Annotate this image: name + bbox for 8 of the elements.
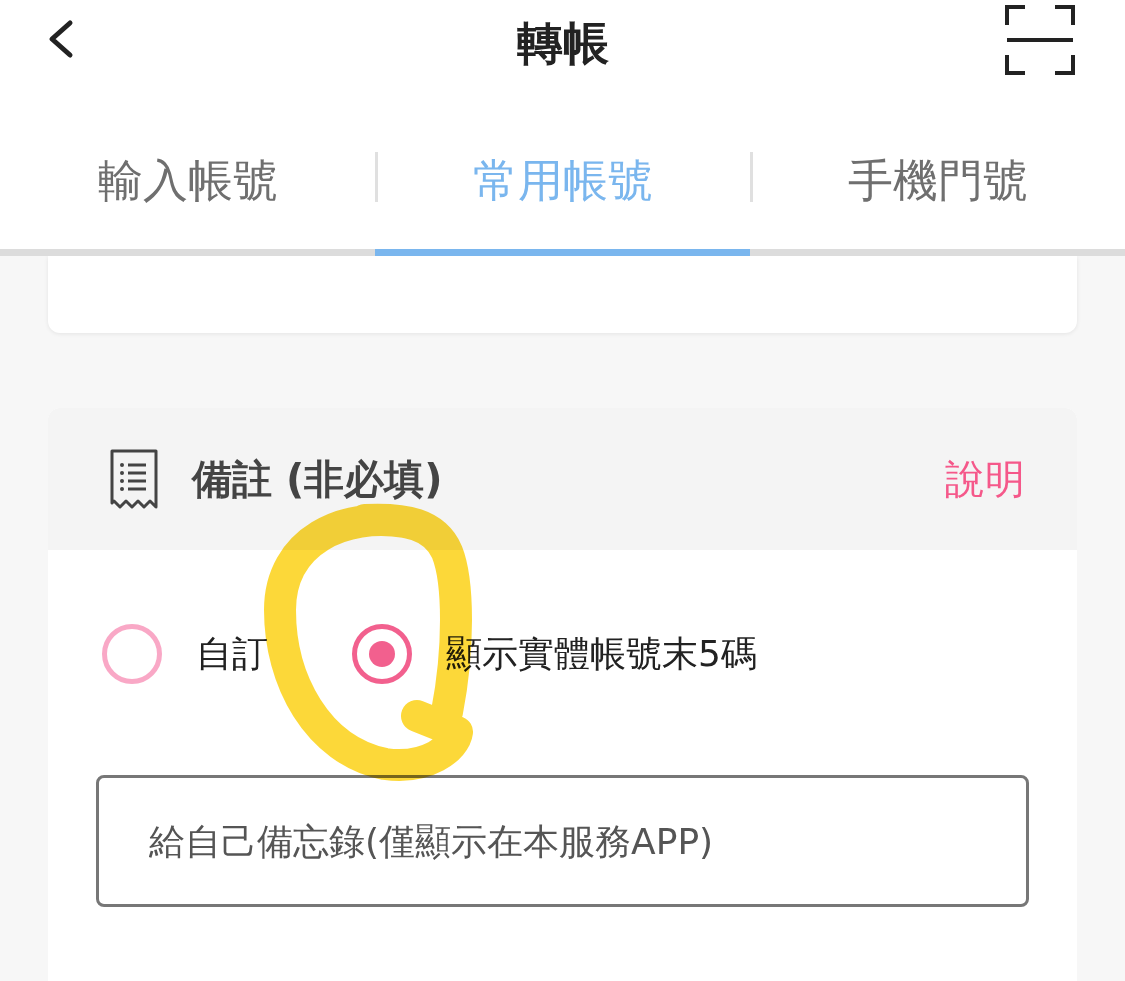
scan-button[interactable]	[1005, 5, 1075, 75]
scan-icon	[1005, 5, 1075, 75]
radio-option[interactable]: 自訂	[102, 624, 268, 684]
page-title: 轉帳	[516, 20, 609, 66]
receipt-icon	[110, 449, 158, 509]
help-link[interactable]: 說明	[945, 449, 1025, 509]
memo-input-field[interactable]: 給自己備忘錄(僅顯示在本服務APP)	[96, 775, 1029, 907]
section-title: 備註 (非必填)	[192, 455, 443, 504]
